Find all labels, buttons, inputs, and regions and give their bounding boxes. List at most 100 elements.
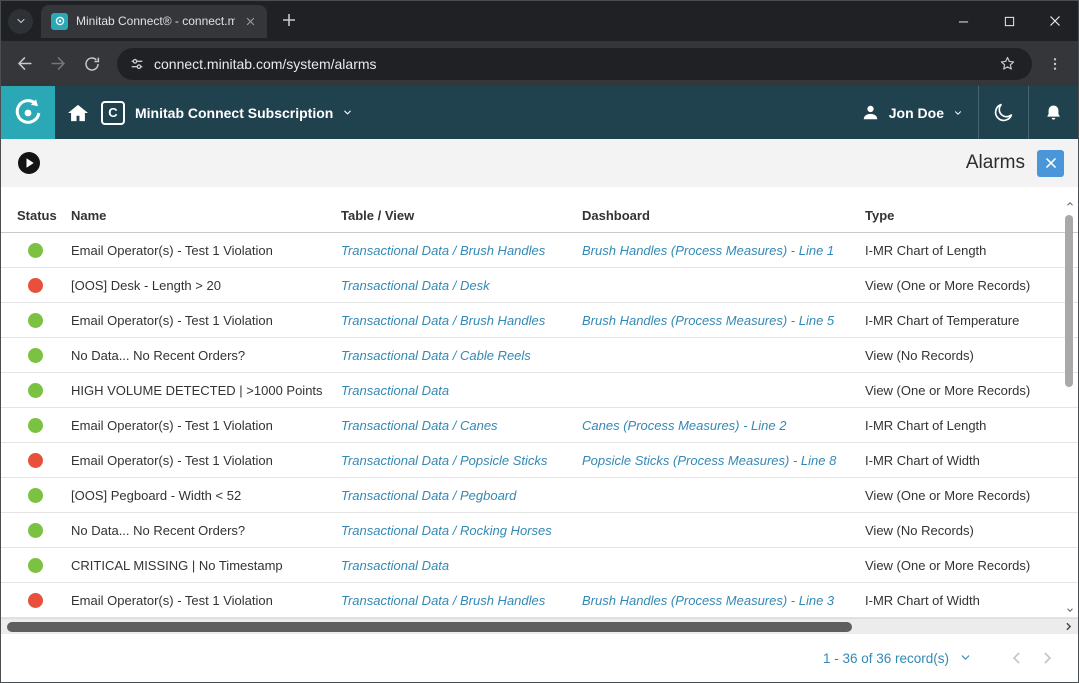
reload-icon bbox=[83, 55, 101, 73]
new-tab-button[interactable] bbox=[274, 5, 304, 35]
bookmark-button[interactable] bbox=[994, 51, 1020, 77]
close-panel-button[interactable] bbox=[1037, 150, 1064, 177]
records-dropdown[interactable] bbox=[959, 651, 972, 669]
previous-page-button[interactable] bbox=[1002, 648, 1032, 668]
dashboard-link[interactable]: Brush Handles (Process Measures) - Line … bbox=[582, 243, 865, 258]
column-header-dashboard[interactable]: Dashboard bbox=[582, 208, 865, 232]
table-view-link[interactable]: Transactional Data / Brush Handles bbox=[341, 313, 582, 328]
table-view-link[interactable]: Transactional Data bbox=[341, 383, 582, 398]
column-header-status[interactable]: Status bbox=[17, 208, 71, 232]
horizontal-scrollbar[interactable] bbox=[1, 618, 1078, 634]
app-header-right: Jon Doe bbox=[846, 86, 1078, 139]
forward-button[interactable] bbox=[41, 47, 75, 81]
theme-toggle-button[interactable] bbox=[979, 86, 1028, 139]
back-button[interactable] bbox=[7, 47, 41, 81]
tab-search-button[interactable] bbox=[8, 9, 33, 34]
table-view-link[interactable]: Transactional Data / Brush Handles bbox=[341, 593, 582, 608]
table-view-link[interactable]: Transactional Data / Rocking Horses bbox=[341, 523, 582, 538]
status-cell bbox=[17, 487, 71, 503]
app-header: C Minitab Connect Subscription Jon Doe bbox=[1, 86, 1078, 139]
column-header-table-view[interactable]: Table / View bbox=[341, 208, 582, 232]
table-view-link[interactable]: Transactional Data bbox=[341, 558, 582, 573]
alarms-table: Status Name Table / View Dashboard Type … bbox=[1, 187, 1078, 618]
table-view-link[interactable]: Transactional Data / Desk bbox=[341, 278, 582, 293]
scroll-down-arrow-icon[interactable] bbox=[1063, 605, 1076, 615]
maximize-button[interactable] bbox=[986, 1, 1032, 41]
moon-icon bbox=[992, 101, 1015, 124]
alarm-type: View (No Records) bbox=[865, 348, 1048, 363]
table-view-link[interactable]: Transactional Data / Cable Reels bbox=[341, 348, 582, 363]
browser-titlebar: Minitab Connect® - connect.minitab.com bbox=[1, 1, 1078, 41]
alarm-name: Email Operator(s) - Test 1 Violation bbox=[71, 243, 341, 258]
vertical-scroll-thumb[interactable] bbox=[1065, 215, 1073, 387]
table-view-link[interactable]: Transactional Data / Brush Handles bbox=[341, 243, 582, 258]
table-row[interactable]: [OOS] Pegboard - Width < 52Transactional… bbox=[1, 478, 1078, 513]
browser-menu-button[interactable] bbox=[1040, 49, 1070, 79]
alarm-type: I-MR Chart of Length bbox=[865, 243, 1048, 258]
dashboard-link[interactable]: Canes (Process Measures) - Line 2 bbox=[582, 418, 865, 433]
scroll-up-arrow-icon[interactable] bbox=[1063, 199, 1076, 209]
status-cell bbox=[17, 242, 71, 258]
user-menu[interactable]: Jon Doe bbox=[846, 86, 978, 139]
status-cell bbox=[17, 557, 71, 573]
table-row[interactable]: CRITICAL MISSING | No TimestampTransacti… bbox=[1, 548, 1078, 583]
status-cell bbox=[17, 452, 71, 468]
status-cell bbox=[17, 592, 71, 608]
vertical-scrollbar[interactable] bbox=[1063, 199, 1076, 615]
table-row[interactable]: Email Operator(s) - Test 1 ViolationTran… bbox=[1, 408, 1078, 443]
table-row[interactable]: Email Operator(s) - Test 1 ViolationTran… bbox=[1, 303, 1078, 338]
site-settings-icon[interactable] bbox=[129, 56, 145, 72]
dashboard-link[interactable]: Popsicle Sticks (Process Measures) - Lin… bbox=[582, 453, 865, 468]
dashboard-link[interactable]: Brush Handles (Process Measures) - Line … bbox=[582, 593, 865, 608]
home-button[interactable] bbox=[55, 86, 101, 139]
run-button[interactable] bbox=[17, 151, 41, 175]
table-view-link[interactable]: Transactional Data / Popsicle Sticks bbox=[341, 453, 582, 468]
column-header-type[interactable]: Type bbox=[865, 208, 1048, 232]
subscription-selector[interactable]: C Minitab Connect Subscription bbox=[101, 101, 353, 125]
status-green-indicator bbox=[28, 243, 43, 258]
table-row[interactable]: No Data... No Recent Orders?Transactiona… bbox=[1, 513, 1078, 548]
kebab-menu-icon bbox=[1047, 56, 1063, 72]
next-page-button[interactable] bbox=[1032, 648, 1062, 668]
table-row[interactable]: Email Operator(s) - Test 1 ViolationTran… bbox=[1, 443, 1078, 478]
status-green-indicator bbox=[28, 523, 43, 538]
minimize-button[interactable] bbox=[940, 1, 986, 41]
close-window-button[interactable] bbox=[1032, 1, 1078, 41]
horizontal-scroll-thumb[interactable] bbox=[7, 622, 852, 632]
alarm-name: Email Operator(s) - Test 1 Violation bbox=[71, 418, 341, 433]
reload-button[interactable] bbox=[75, 47, 109, 81]
alarm-table-body: Email Operator(s) - Test 1 ViolationTran… bbox=[1, 233, 1078, 618]
alarm-name: CRITICAL MISSING | No Timestamp bbox=[71, 558, 341, 573]
column-header-name[interactable]: Name bbox=[71, 208, 341, 232]
pagination-bar: 1 - 36 of 36 record(s) bbox=[1, 634, 1078, 682]
table-row[interactable]: No Data... No Recent Orders?Transactiona… bbox=[1, 338, 1078, 373]
table-row[interactable]: HIGH VOLUME DETECTED | >1000 PointsTrans… bbox=[1, 373, 1078, 408]
scroll-right-arrow-icon[interactable] bbox=[1062, 620, 1075, 638]
close-icon bbox=[246, 17, 255, 26]
window-controls bbox=[940, 1, 1078, 41]
maximize-icon bbox=[1004, 16, 1015, 27]
browser-tab[interactable]: Minitab Connect® - connect.minitab.com bbox=[41, 5, 267, 38]
status-cell bbox=[17, 417, 71, 433]
chevron-down-icon bbox=[959, 651, 972, 664]
status-green-indicator bbox=[28, 313, 43, 328]
alarm-name: HIGH VOLUME DETECTED | >1000 Points bbox=[71, 383, 341, 398]
table-view-link[interactable]: Transactional Data / Pegboard bbox=[341, 488, 582, 503]
table-row[interactable]: Email Operator(s) - Test 1 ViolationTran… bbox=[1, 233, 1078, 268]
table-view-link[interactable]: Transactional Data / Canes bbox=[341, 418, 582, 433]
titlebar-left: Minitab Connect® - connect.minitab.com bbox=[1, 1, 304, 41]
forward-arrow-icon bbox=[49, 54, 68, 73]
url-text[interactable]: connect.minitab.com/system/alarms bbox=[154, 56, 994, 72]
dashboard-link[interactable]: Brush Handles (Process Measures) - Line … bbox=[582, 313, 865, 328]
minitab-connect-logo[interactable] bbox=[1, 86, 55, 139]
table-row[interactable]: Email Operator(s) - Test 1 ViolationTran… bbox=[1, 583, 1078, 618]
notifications-button[interactable] bbox=[1029, 86, 1078, 139]
address-bar[interactable]: connect.minitab.com/system/alarms bbox=[117, 48, 1032, 80]
status-green-indicator bbox=[28, 558, 43, 573]
subscription-label: Minitab Connect Subscription bbox=[135, 105, 333, 121]
alarm-name: Email Operator(s) - Test 1 Violation bbox=[71, 593, 341, 608]
alarm-type: View (One or More Records) bbox=[865, 558, 1048, 573]
tab-close-button[interactable] bbox=[241, 12, 259, 30]
status-red-indicator bbox=[28, 593, 43, 608]
table-row[interactable]: [OOS] Desk - Length > 20Transactional Da… bbox=[1, 268, 1078, 303]
